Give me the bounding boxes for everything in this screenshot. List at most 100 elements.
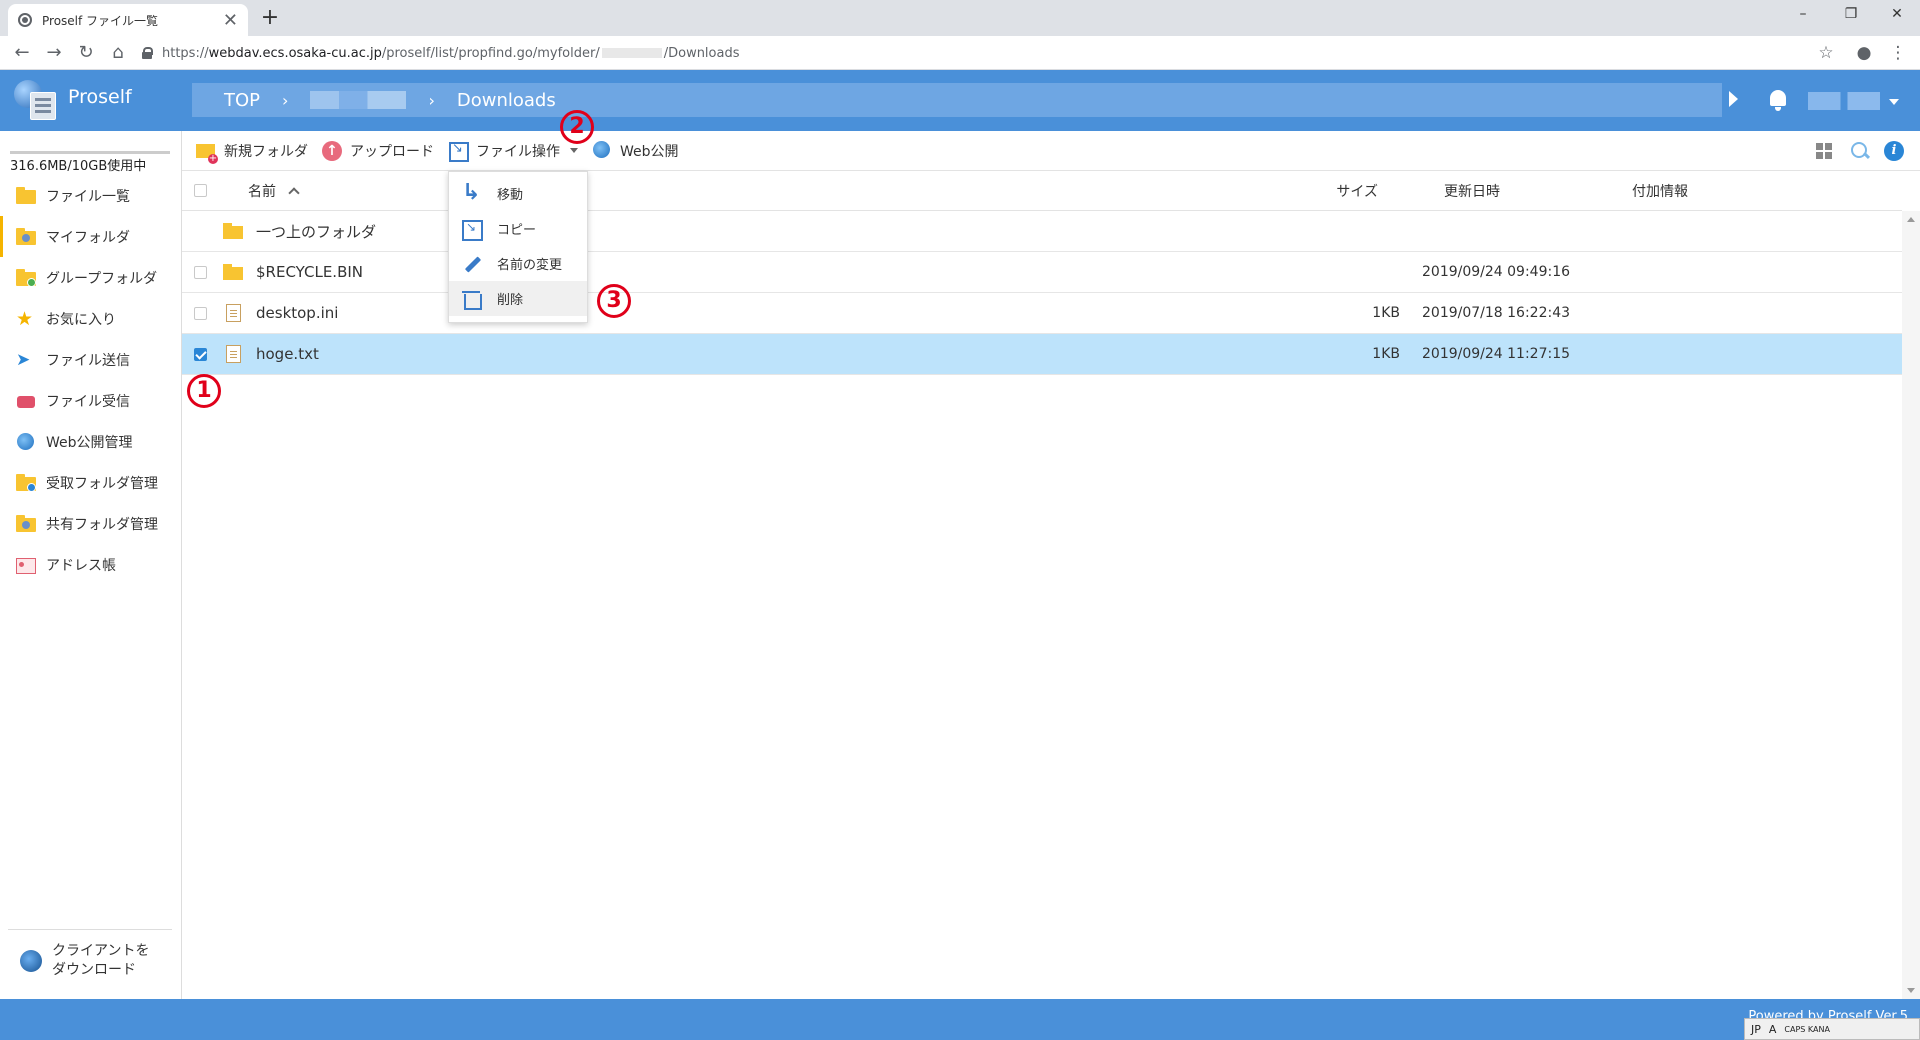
sidebar-item-favorites[interactable]: ★ お気に入り: [0, 298, 181, 339]
breadcrumb: TOP › › Downloads: [192, 83, 1722, 117]
annotation-step-1: 1: [187, 374, 221, 408]
column-modified[interactable]: 更新日時: [1378, 181, 1548, 201]
sidebar-item-label: グループフォルダ: [46, 270, 158, 287]
breadcrumb-left-arrow-icon[interactable]: [196, 22, 205, 38]
sidebar-item-label: アドレス帳: [46, 557, 116, 574]
menu-item-copy[interactable]: コピー: [449, 211, 587, 246]
star-icon: ★: [16, 307, 34, 330]
forward-button[interactable]: →: [42, 41, 66, 65]
notification-bell-icon[interactable]: [1768, 90, 1788, 112]
tab-close-icon[interactable]: ✕: [223, 10, 238, 31]
sidebar-item-web-publish[interactable]: Web公開管理: [0, 421, 181, 462]
account-icon[interactable]: ●: [1852, 41, 1876, 65]
sidebar-item-label: 共有フォルダ管理: [46, 516, 158, 533]
row-checkbox[interactable]: [193, 306, 207, 320]
shared-folder-icon: [16, 514, 36, 533]
row-name[interactable]: $RECYCLE.BIN: [248, 263, 1278, 281]
file-operations-label: ファイル操作: [476, 143, 560, 160]
new-folder-button[interactable]: 新規フォルダ: [196, 141, 308, 164]
sidebar-item-address-book[interactable]: アドレス帳: [0, 544, 181, 585]
table-row[interactable]: $RECYCLE.BIN 2019/09/24 09:49:16: [182, 252, 1902, 293]
ime-caps-label: CAPS KANA: [1784, 1024, 1830, 1034]
sidebar-item-group-folder[interactable]: グループフォルダ: [0, 257, 181, 298]
client-download-link[interactable]: クライアントを ダウンロード: [8, 929, 172, 980]
breadcrumb-right-arrow-icon[interactable]: [1729, 91, 1738, 107]
info-icon[interactable]: i: [1884, 141, 1904, 161]
quota-text: 316.6MB/10GB使用中: [10, 159, 147, 174]
sidebar-item-label: ファイル受信: [46, 393, 130, 410]
browser-toolbar: ← → ↻ ⌂ https:// webdav.ecs.osaka-cu.ac.…: [0, 36, 1920, 70]
file-icon: [225, 304, 241, 322]
window-close-button[interactable]: ✕: [1874, 0, 1920, 30]
reload-button[interactable]: ↻: [74, 41, 98, 65]
address-bar[interactable]: https:// webdav.ecs.osaka-cu.ac.jp /pros…: [142, 39, 1832, 67]
sidebar: 316.6MB/10GB使用中 ファイル一覧 マイフォルダ グループフォルダ ★…: [0, 131, 182, 999]
sidebar-item-label: 受取フォルダ管理: [46, 475, 158, 492]
sidebar-item-label: マイフォルダ: [46, 229, 130, 246]
sidebar-item-receive-folder[interactable]: 受取フォルダ管理: [0, 462, 181, 503]
sidebar-item-my-folder[interactable]: マイフォルダ: [0, 216, 181, 257]
back-button[interactable]: ←: [10, 41, 34, 65]
breadcrumb-current[interactable]: Downloads: [457, 90, 556, 111]
home-button[interactable]: ⌂: [106, 41, 130, 65]
bookmark-star-icon[interactable]: ☆: [1814, 41, 1838, 65]
trash-icon: [461, 289, 482, 310]
url-suffix: /Downloads: [663, 45, 740, 61]
row-size: 1KB: [1372, 346, 1400, 362]
web-publish-button[interactable]: Web公開: [592, 140, 679, 161]
new-folder-icon: [196, 141, 218, 164]
upload-button[interactable]: アップロード: [322, 140, 434, 161]
scroll-down-icon[interactable]: [1907, 988, 1915, 993]
menu-item-label: 削除: [497, 293, 524, 308]
scroll-up-icon[interactable]: [1907, 217, 1915, 222]
sidebar-item-label: Web公開管理: [46, 434, 133, 451]
search-icon[interactable]: [1850, 141, 1870, 161]
menu-item-label: コピー: [497, 223, 537, 238]
table-row-parent[interactable]: 一つ上のフォルダ: [182, 211, 1902, 252]
minimize-button[interactable]: –: [1780, 0, 1826, 30]
menu-item-move[interactable]: 移動: [449, 176, 587, 211]
menu-item-delete[interactable]: 削除: [449, 281, 587, 316]
group-folder-icon: [16, 268, 36, 287]
select-all-checkbox[interactable]: [193, 184, 207, 197]
row-name[interactable]: hoge.txt: [248, 345, 1278, 363]
sidebar-item-file-receive[interactable]: ファイル受信: [0, 380, 181, 421]
user-menu-redacted[interactable]: [1808, 92, 1880, 110]
ime-input-label: A: [1768, 1022, 1777, 1036]
breadcrumb-top[interactable]: TOP: [224, 90, 260, 111]
row-name[interactable]: 一つ上のフォルダ: [248, 221, 1278, 242]
table-row-selected[interactable]: hoge.txt 1KB 2019/09/24 11:27:15: [182, 334, 1902, 375]
row-name[interactable]: desktop.ini: [248, 304, 1278, 322]
menu-item-rename[interactable]: 名前の変更: [449, 246, 587, 281]
menu-item-label: 移動: [497, 188, 524, 203]
copy-icon: [461, 219, 483, 241]
url-redacted: [601, 48, 662, 58]
sidebar-item-file-send[interactable]: ➤ ファイル送信: [0, 339, 181, 380]
table-row[interactable]: desktop.ini 1KB 2019/07/18 16:22:43: [182, 293, 1902, 334]
browser-menu-icon[interactable]: ⋮: [1886, 41, 1910, 65]
column-extra[interactable]: 付加情報: [1548, 181, 1698, 201]
user-menu-caret-icon[interactable]: [1889, 99, 1899, 105]
breadcrumb-redacted-user[interactable]: [310, 91, 407, 109]
browser-tab[interactable]: Proself ファイル一覧 ✕: [8, 4, 248, 36]
row-checkbox[interactable]: [193, 265, 207, 279]
column-size[interactable]: サイズ: [1248, 181, 1378, 201]
sidebar-item-label: ファイル一覧: [46, 188, 130, 205]
row-modified: 2019/07/18 16:22:43: [1422, 305, 1571, 321]
file-operations-button[interactable]: ファイル操作: [448, 141, 578, 162]
ime-toolbar[interactable]: JP A CAPS KANA: [1744, 1018, 1920, 1040]
column-name-label: 名前: [248, 183, 276, 200]
pencil-icon: [461, 254, 481, 274]
new-tab-button[interactable]: +: [256, 4, 284, 32]
proself-logo[interactable]: [14, 80, 60, 122]
column-name[interactable]: 名前: [218, 181, 1248, 201]
inbox-icon: [16, 392, 36, 410]
row-checkbox-checked[interactable]: [193, 347, 207, 361]
grid-view-icon[interactable]: [1814, 141, 1834, 161]
sidebar-item-shared-folder[interactable]: 共有フォルダ管理: [0, 503, 181, 544]
content-scrollbar[interactable]: [1902, 211, 1920, 999]
restore-button[interactable]: ❐: [1828, 0, 1874, 30]
breadcrumb-separator: ›: [282, 90, 289, 110]
sidebar-item-file-list[interactable]: ファイル一覧: [0, 175, 181, 216]
annotation-step-2: 2: [560, 110, 594, 144]
